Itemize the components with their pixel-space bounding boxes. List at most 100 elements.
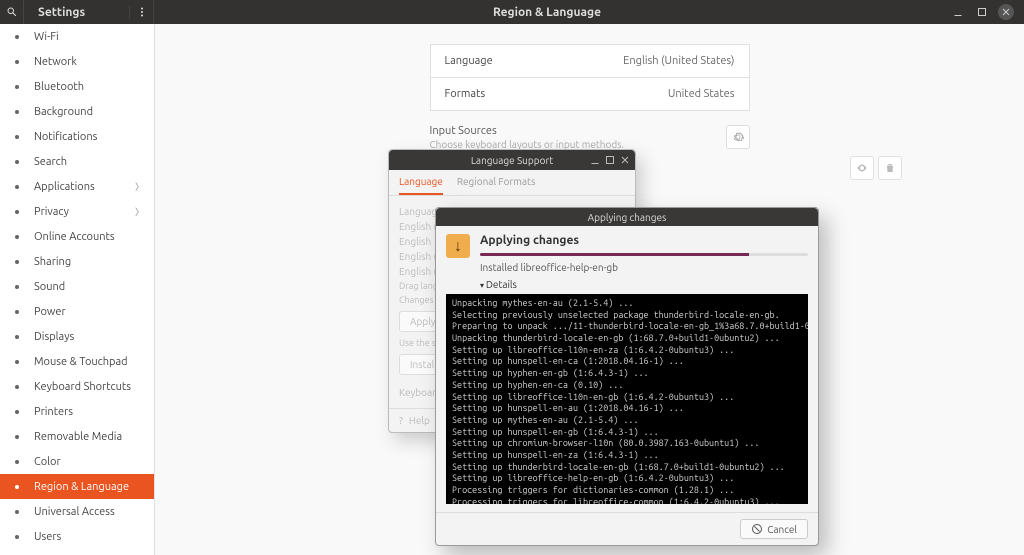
sidebar-item-color[interactable]: Color <box>0 449 154 474</box>
sidebar-item-label: Privacy <box>34 206 125 218</box>
applying-changes-heading: Applying changes <box>480 234 808 247</box>
tab-regional-formats[interactable]: Regional Formats <box>457 176 535 195</box>
view-layout-button[interactable] <box>850 156 874 180</box>
wifi-icon <box>10 31 24 43</box>
settings-sidebar: Wi-Fi Network Bluetooth BackgroundNotificat… <box>0 24 155 555</box>
sidebar-item-online-accounts[interactable]: Online Accounts <box>0 224 154 249</box>
sidebar-item-keyboard-shortcuts[interactable]: Keyboard Shortcuts <box>0 374 154 399</box>
formats-row[interactable]: Formats United States <box>430 78 750 111</box>
sidebar-item-displays[interactable]: Displays <box>0 324 154 349</box>
sidebar-item-bluetooth[interactable]: Bluetooth <box>0 74 154 99</box>
sidebar-item-printers[interactable]: Printers <box>0 399 154 424</box>
sidebar-item-label: Sharing <box>34 256 144 268</box>
window-titlebar: Settings Region & Language <box>0 0 1024 24</box>
sidebar-item-label: Region & Language <box>34 481 144 493</box>
color-icon <box>10 456 24 468</box>
language-label: Language <box>445 55 493 67</box>
eye-icon <box>856 162 868 174</box>
input-sources-settings-button[interactable] <box>726 125 750 149</box>
sidebar-item-label: Color <box>34 456 144 468</box>
input-sources-label: Input Sources <box>430 125 625 137</box>
lock-icon <box>10 206 24 218</box>
sidebar-item-applications[interactable]: Applications〉 <box>0 174 154 199</box>
volume-icon <box>10 281 24 293</box>
search-icon <box>10 156 24 168</box>
sidebar-item-sharing[interactable]: Sharing <box>0 249 154 274</box>
close-icon <box>619 154 631 166</box>
help-button[interactable]: Help <box>409 415 430 426</box>
minimize-button[interactable] <box>950 4 966 20</box>
power-icon <box>10 306 24 318</box>
globe-icon <box>10 56 24 68</box>
region-settings-group: Language English (United States) Formats… <box>430 44 750 111</box>
display-icon <box>10 331 24 343</box>
sidebar-item-label: Wi-Fi <box>34 31 144 43</box>
search-button[interactable] <box>0 0 24 24</box>
lw-minimize-button[interactable] <box>589 154 601 166</box>
sidebar-item-label: Displays <box>34 331 144 343</box>
sidebar-item-mouse-touchpad[interactable]: Mouse & Touchpad <box>0 349 154 374</box>
share-icon <box>10 256 24 268</box>
disk-icon <box>10 431 24 443</box>
sidebar-item-removable-media[interactable]: Removable Media <box>0 424 154 449</box>
chevron-right-icon: 〉 <box>135 205 144 218</box>
minimize-icon <box>952 6 964 18</box>
search-icon <box>6 6 18 18</box>
install-status-text: Installed libreoffice-help-en-gb <box>480 262 808 273</box>
close-button[interactable] <box>998 4 1014 20</box>
input-sources-section: Input Sources Choose keyboard layouts or… <box>430 125 750 150</box>
lw-close-button[interactable] <box>619 154 631 166</box>
picture-icon <box>10 106 24 118</box>
sidebar-item-label: Bluetooth <box>34 81 144 93</box>
printer-icon <box>10 406 24 418</box>
cancel-button[interactable]: Cancel <box>740 519 808 539</box>
lw-maximize-button[interactable] <box>604 154 616 166</box>
bluetooth-icon <box>10 81 24 93</box>
bell-icon <box>10 131 24 143</box>
page-title: Region & Language <box>154 6 940 19</box>
sidebar-item-label: Online Accounts <box>34 231 144 243</box>
sidebar-item-notifications[interactable]: Notifications <box>0 124 154 149</box>
maximize-icon <box>604 154 616 166</box>
details-toggle[interactable]: Details <box>480 279 808 290</box>
sidebar-item-label: Printers <box>34 406 144 418</box>
chevron-right-icon: 〉 <box>135 180 144 193</box>
sidebar-item-search[interactable]: Search <box>0 149 154 174</box>
sidebar-item-label: Power <box>34 306 144 318</box>
sidebar-item-label: Mouse & Touchpad <box>34 356 144 368</box>
progress-bar <box>480 253 808 256</box>
language-support-titlebar[interactable]: Language Support <box>389 150 635 170</box>
sidebar-item-region-language[interactable]: Region & Language <box>0 474 154 499</box>
sidebar-item-privacy[interactable]: Privacy 〉 <box>0 199 154 224</box>
formats-value: United States <box>668 88 735 100</box>
sidebar-item-wi-fi[interactable]: Wi-Fi <box>0 24 154 49</box>
applying-changes-dialog: Applying changes ↓ Applying changes Inst… <box>435 207 819 546</box>
formats-label: Formats <box>445 88 486 100</box>
sidebar-item-users[interactable]: Users <box>0 524 154 549</box>
tab-language[interactable]: Language <box>399 176 443 195</box>
sidebar-item-sound[interactable]: Sound <box>0 274 154 299</box>
sidebar-item-background[interactable]: Background <box>0 99 154 124</box>
menu-dots-icon <box>136 6 148 18</box>
terminal-output[interactable]: Unpacking mythes-en-au (2.1-5.4) ... Sel… <box>446 294 808 504</box>
applying-changes-titlebar[interactable]: Applying changes <box>436 208 818 226</box>
sidebar-item-label: Removable Media <box>34 431 144 443</box>
access-icon <box>10 506 24 518</box>
cancel-label: Cancel <box>767 524 797 535</box>
cloud-icon <box>10 231 24 243</box>
grid-icon <box>10 181 24 193</box>
maximize-icon <box>976 6 988 18</box>
language-value: English (United States) <box>623 55 734 67</box>
sidebar-item-label: Network <box>34 56 144 68</box>
cancel-icon <box>751 523 763 535</box>
flag-icon <box>10 481 24 493</box>
language-row[interactable]: Language English (United States) <box>430 44 750 78</box>
remove-layout-button[interactable] <box>878 156 902 180</box>
maximize-button[interactable] <box>974 4 990 20</box>
hamburger-menu-button[interactable] <box>130 0 154 24</box>
sidebar-item-universal-access[interactable]: Universal Access <box>0 499 154 524</box>
sidebar-item-label: Sound <box>34 281 144 293</box>
mouse-icon <box>10 356 24 368</box>
sidebar-item-network[interactable]: Network <box>0 49 154 74</box>
sidebar-item-power[interactable]: Power <box>0 299 154 324</box>
